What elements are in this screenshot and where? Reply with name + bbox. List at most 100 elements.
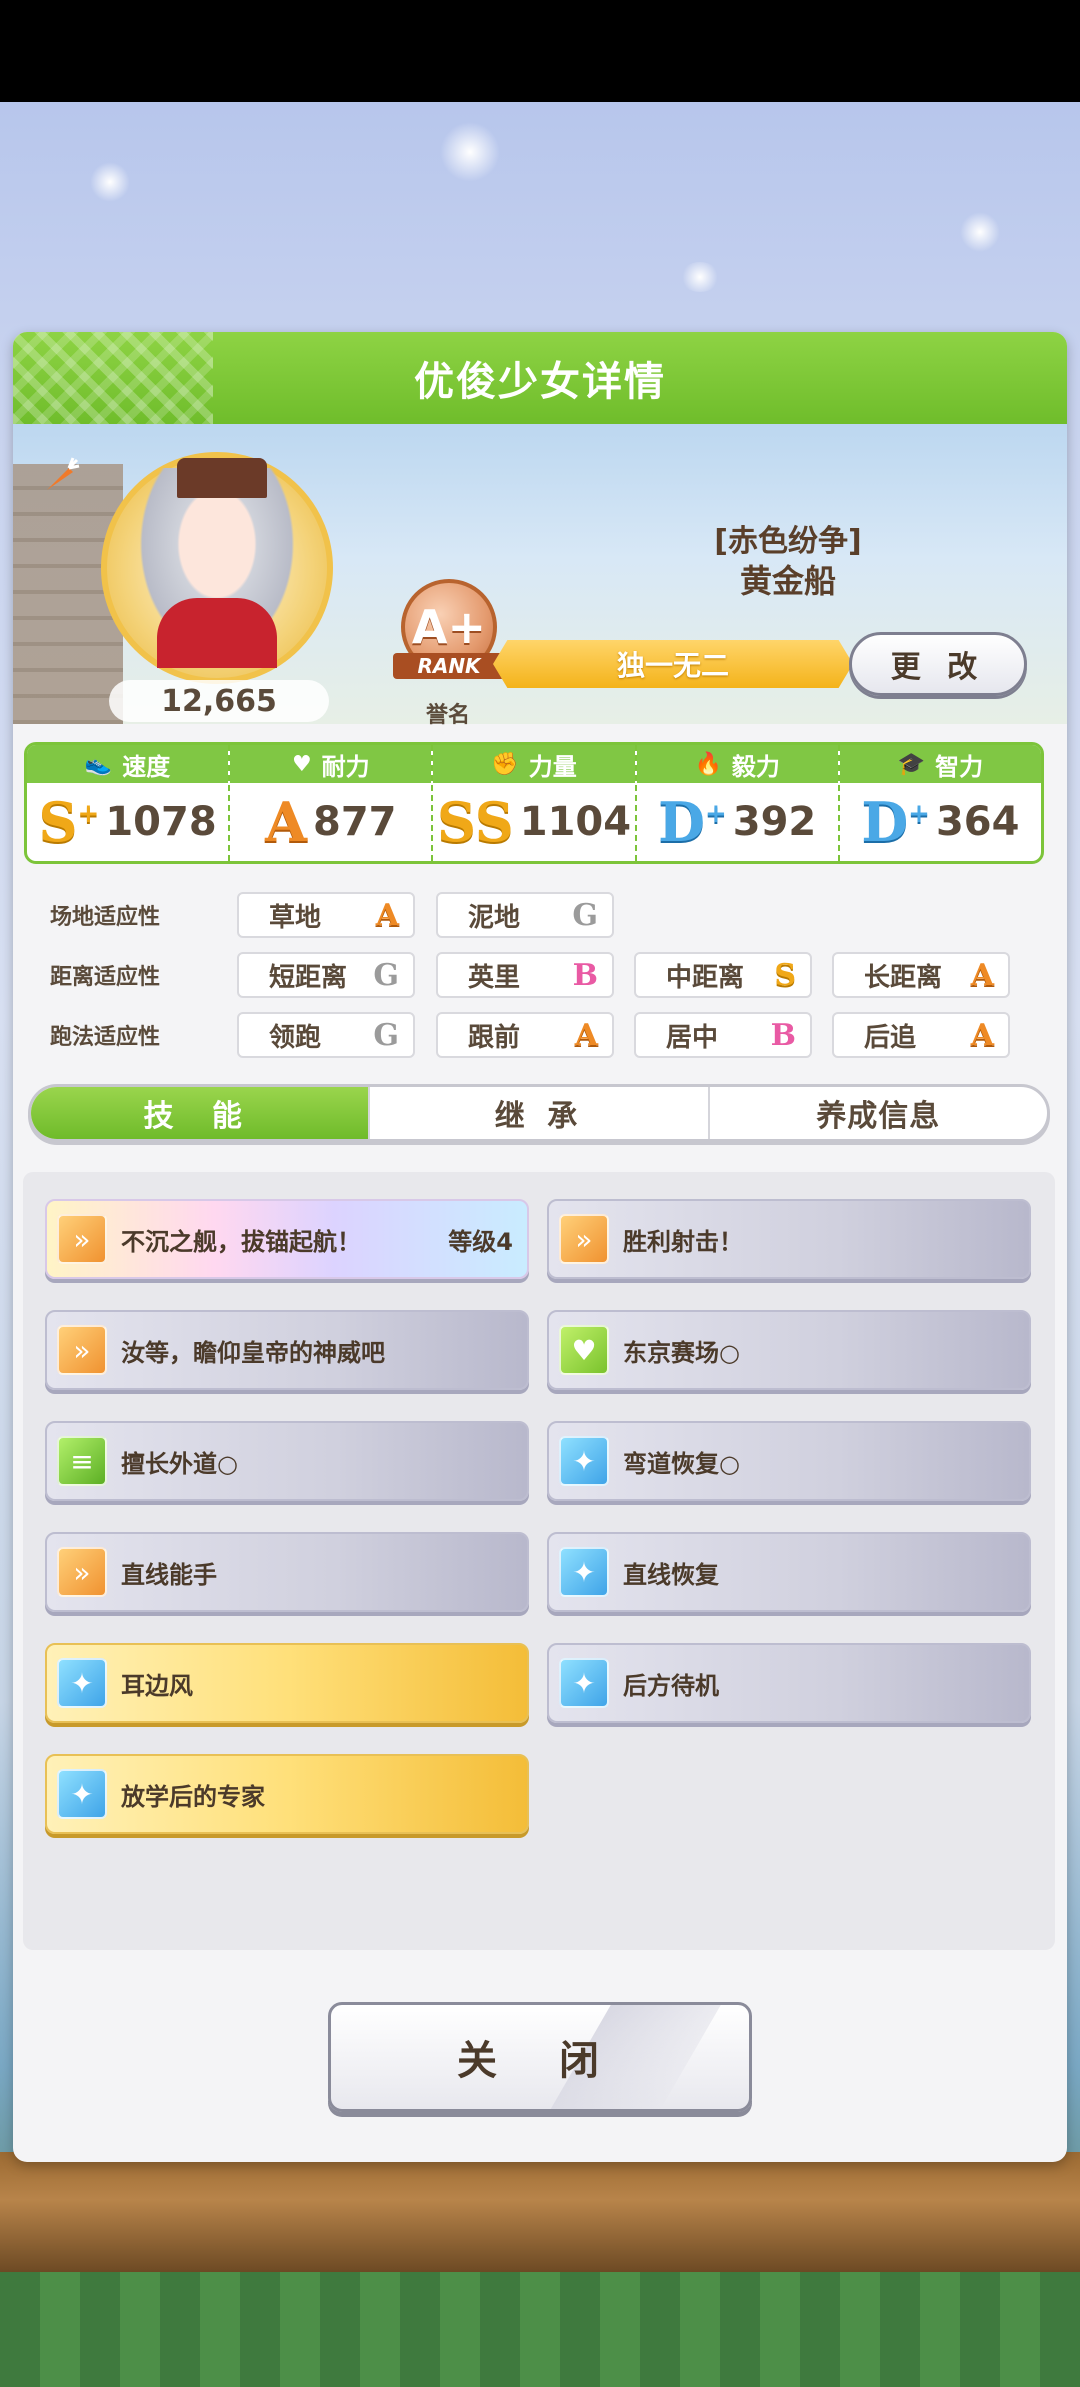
stat-header: 👟 速度 [27, 745, 229, 783]
stat-body: D+ 392 [637, 783, 838, 861]
skill-level: 等级4 [448, 1227, 513, 1256]
stats-panel: 👟 速度 S+ 1078 ♥ 耐力 A 877 ✊ 力量 SS 1104 🔥 毅力 D+ 392 🎓 智力 D+ 36… [24, 742, 1044, 864]
tab-inheritance[interactable]: 继 承 [370, 1087, 710, 1139]
status-bar-area [0, 0, 1080, 102]
muscle-icon: ✊ [491, 751, 519, 777]
distance-aptitude-row: 距离适应性 [50, 952, 200, 998]
stat-value: 1104 [519, 799, 632, 845]
aptitude-distance-1: 英里 B [436, 952, 614, 998]
aptitude-grade: B [770, 1017, 796, 1053]
speed-icon: » [57, 1214, 107, 1264]
stat-body: A 877 [230, 783, 431, 861]
skill-card[interactable]: » 汝等，瞻仰皇帝的神威吧 [45, 1310, 529, 1390]
aptitude-name: 草地 [269, 902, 322, 933]
stat-header: ♥ 耐力 [230, 745, 432, 783]
aptitude-name: 领跑 [269, 1022, 322, 1053]
track-aptitude-label: 场地适应性 [50, 905, 161, 930]
skill-card[interactable]: ✦ 弯道恢复○ [547, 1421, 1031, 1501]
aptitude-track-0: 草地 A [237, 892, 415, 938]
dialog-header: 优俊少女详情 [13, 332, 1067, 424]
aptitude-name: 短距离 [269, 962, 348, 993]
skill-card[interactable]: ✦ 耳边风 [45, 1643, 529, 1723]
stat-value: 1078 [105, 799, 217, 845]
stat-body: D+ 364 [840, 783, 1041, 861]
skill-card[interactable]: ✦ 后方待机 [547, 1643, 1031, 1723]
aptitude-grade: G [572, 897, 598, 933]
heart-icon: ♥ [559, 1325, 609, 1375]
stat-header: ✊ 力量 [433, 745, 635, 783]
skill-name: 汝等，瞻仰皇帝的神威吧 [121, 1338, 385, 1367]
skill-card[interactable]: » 直线能手 [45, 1532, 529, 1612]
stat-header: 🎓 智力 [839, 745, 1041, 783]
stat-3: 🔥 毅力 D+ 392 [636, 745, 840, 861]
stat-value: 364 [935, 799, 1020, 845]
stat-header: 🔥 毅力 [636, 745, 838, 783]
cap-icon: 🎓 [897, 751, 926, 777]
tab-skills[interactable]: 技 能 [31, 1087, 371, 1139]
title-banner: 独一无二 [493, 640, 853, 688]
stat-label: 力量 [528, 752, 577, 781]
aptitude-distance-3: 长距离 A [832, 952, 1010, 998]
tab-training-info[interactable]: 养成信息 [710, 1087, 1047, 1139]
stat-grade: SS [436, 790, 514, 854]
skill-card[interactable]: ✦ 直线恢复 [547, 1532, 1031, 1612]
dialog-title: 优俊少女详情 [414, 359, 666, 405]
skill-name: 后方待机 [623, 1671, 719, 1700]
stat-grade: S+ [38, 790, 100, 854]
aptitude-grade: S [774, 957, 796, 993]
stat-label: 耐力 [321, 752, 370, 781]
skill-card[interactable]: » 胜利射击！ [547, 1199, 1031, 1279]
aptitude-grade: A [970, 957, 994, 993]
skills-list: » 不沉之舰，拔锚起航！ 等级4 » 胜利射击！ » 汝等，瞻仰皇帝的神威吧 ♥ 东京赛场○ ≡ 擅… [23, 1172, 1055, 1950]
stat-body: SS 1104 [433, 783, 634, 861]
recover-icon: ✦ [57, 1658, 107, 1708]
detail-tabs: 技 能 继 承 养成信息 [28, 1084, 1050, 1142]
rank-ribbon: RANK [393, 653, 505, 679]
aptitude-name: 长距离 [864, 962, 943, 993]
document-icon: ≡ [57, 1436, 107, 1486]
rank-caption: 誉名 [425, 703, 470, 728]
stat-label: 智力 [935, 752, 984, 781]
shoe-icon: 👟 [84, 751, 113, 777]
speed-icon: » [559, 1214, 609, 1264]
skill-name: 直线恢复 [623, 1560, 719, 1589]
carrot-icon [47, 457, 80, 490]
skill-name: 不沉之舰，拔锚起航！ [121, 1227, 361, 1256]
aptitude-style-0: 领跑 G [237, 1012, 415, 1058]
close-button[interactable]: 关 闭 [328, 2002, 752, 2112]
character-name: 黄金船 [739, 562, 836, 600]
aptitude-distance-2: 中距离 S [634, 952, 812, 998]
speed-icon: » [57, 1325, 107, 1375]
skill-card[interactable]: ≡ 擅长外道○ [45, 1421, 529, 1501]
stat-value: 877 [313, 799, 397, 845]
character-avatar[interactable] [101, 452, 333, 684]
aptitude-distance-0: 短距离 G [237, 952, 415, 998]
skill-name: 直线能手 [121, 1560, 217, 1589]
aptitude-name: 中距离 [666, 962, 745, 993]
aptitude-name: 后追 [864, 1022, 917, 1053]
stat-grade: D+ [861, 790, 930, 854]
stat-0: 👟 速度 S+ 1078 [27, 745, 231, 861]
aptitude-name: 居中 [666, 1022, 719, 1053]
stat-grade: D+ [658, 790, 727, 854]
stat-label: 速度 [122, 752, 171, 781]
change-title-button[interactable]: 更 改 [849, 632, 1027, 696]
skill-card[interactable]: ♥ 东京赛场○ [547, 1310, 1031, 1390]
skill-name: 擅长外道○ [121, 1449, 238, 1478]
stat-4: 🎓 智力 D+ 364 [839, 745, 1041, 861]
skill-name: 放学后的专家 [121, 1782, 265, 1811]
stat-label: 毅力 [731, 752, 780, 781]
aptitude-name: 跟前 [468, 1022, 521, 1053]
skill-card[interactable]: ✦ 放学后的专家 [45, 1754, 529, 1834]
skill-name: 耳边风 [121, 1671, 193, 1700]
stat-1: ♥ 耐力 A 877 [230, 745, 434, 861]
stat-2: ✊ 力量 SS 1104 [433, 745, 637, 861]
skill-name: 弯道恢复○ [623, 1449, 740, 1478]
aptitude-style-1: 跟前 A [436, 1012, 614, 1058]
recover-icon: ✦ [559, 1658, 609, 1708]
fan-count: 12,665 [109, 680, 329, 722]
flame-icon: 🔥 [694, 751, 722, 777]
aptitude-grade: A [574, 1017, 598, 1053]
aptitude-grade: A [375, 897, 399, 933]
skill-card[interactable]: » 不沉之舰，拔锚起航！ 等级4 [45, 1199, 529, 1279]
